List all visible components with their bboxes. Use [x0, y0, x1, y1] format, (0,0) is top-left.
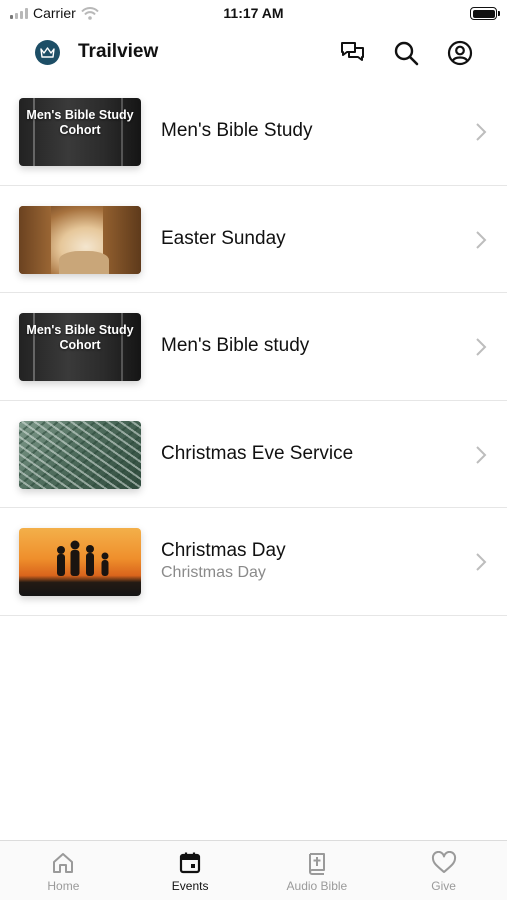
event-title: Christmas Day	[161, 540, 286, 561]
search-button[interactable]	[391, 38, 421, 68]
thumbnail-caption: Men's Bible Study Cohort	[26, 323, 134, 352]
chevron-right-icon	[476, 338, 487, 356]
home-icon	[53, 853, 74, 873]
tab-label: Audio Bible	[286, 879, 348, 893]
tab-label: Events	[171, 879, 209, 893]
chevron-right-icon	[476, 553, 487, 571]
event-row[interactable]: Christmas Eve Service	[0, 401, 507, 508]
app-title: Trailview	[78, 41, 159, 62]
event-row[interactable]: Easter Sunday	[0, 186, 507, 293]
family-silhouette	[57, 540, 109, 576]
tab-give[interactable]: Give	[380, 841, 507, 900]
app-header: Trailview	[0, 28, 507, 78]
bible-icon	[308, 853, 325, 875]
event-thumbnail	[19, 528, 141, 596]
event-thumbnail: Men's Bible Study Cohort	[19, 313, 141, 381]
crown-icon	[40, 47, 55, 58]
tab-bar: Home Events Audio Bible Give	[0, 840, 507, 900]
chat-icon	[341, 42, 364, 61]
event-thumbnail	[19, 205, 141, 274]
tab-events[interactable]: Events	[127, 841, 254, 900]
event-thumbnail: Men's Bible Study Cohort	[19, 98, 141, 166]
chevron-right-icon	[476, 123, 487, 141]
event-title: Men's Bible Study	[161, 120, 313, 141]
event-row[interactable]: Christmas Day Christmas Day	[0, 508, 507, 616]
chevron-right-icon	[476, 230, 487, 249]
battery-icon	[470, 7, 500, 20]
status-bar: Carrier 11:17 AM	[0, 0, 507, 28]
clock: 11:17 AM	[223, 5, 284, 21]
thumbnail-caption: Men's Bible Study Cohort	[26, 108, 134, 137]
tab-audio-bible[interactable]: Audio Bible	[254, 841, 381, 900]
chat-button[interactable]	[338, 38, 368, 68]
profile-button[interactable]	[445, 38, 475, 68]
event-list: Men's Bible Study Cohort Men's Bible Stu…	[0, 78, 507, 616]
event-subtitle: Christmas Day	[161, 564, 266, 581]
tab-label: Home	[47, 879, 80, 893]
event-title: Easter Sunday	[161, 227, 286, 249]
event-thumbnail	[19, 420, 141, 489]
event-row[interactable]: Men's Bible Study Cohort Men's Bible Stu…	[0, 78, 507, 186]
user-icon	[447, 40, 473, 66]
calendar-icon	[180, 852, 201, 874]
tab-label: Give	[431, 879, 456, 893]
event-row[interactable]: Men's Bible Study Cohort Men's Bible stu…	[0, 293, 507, 401]
heart-icon	[431, 851, 456, 873]
search-icon	[394, 41, 419, 66]
event-title: Christmas Eve Service	[161, 442, 354, 464]
tab-home[interactable]: Home	[0, 841, 127, 900]
chevron-right-icon	[476, 445, 487, 464]
app-logo-icon[interactable]	[35, 40, 60, 65]
event-title: Men's Bible study	[161, 335, 310, 356]
